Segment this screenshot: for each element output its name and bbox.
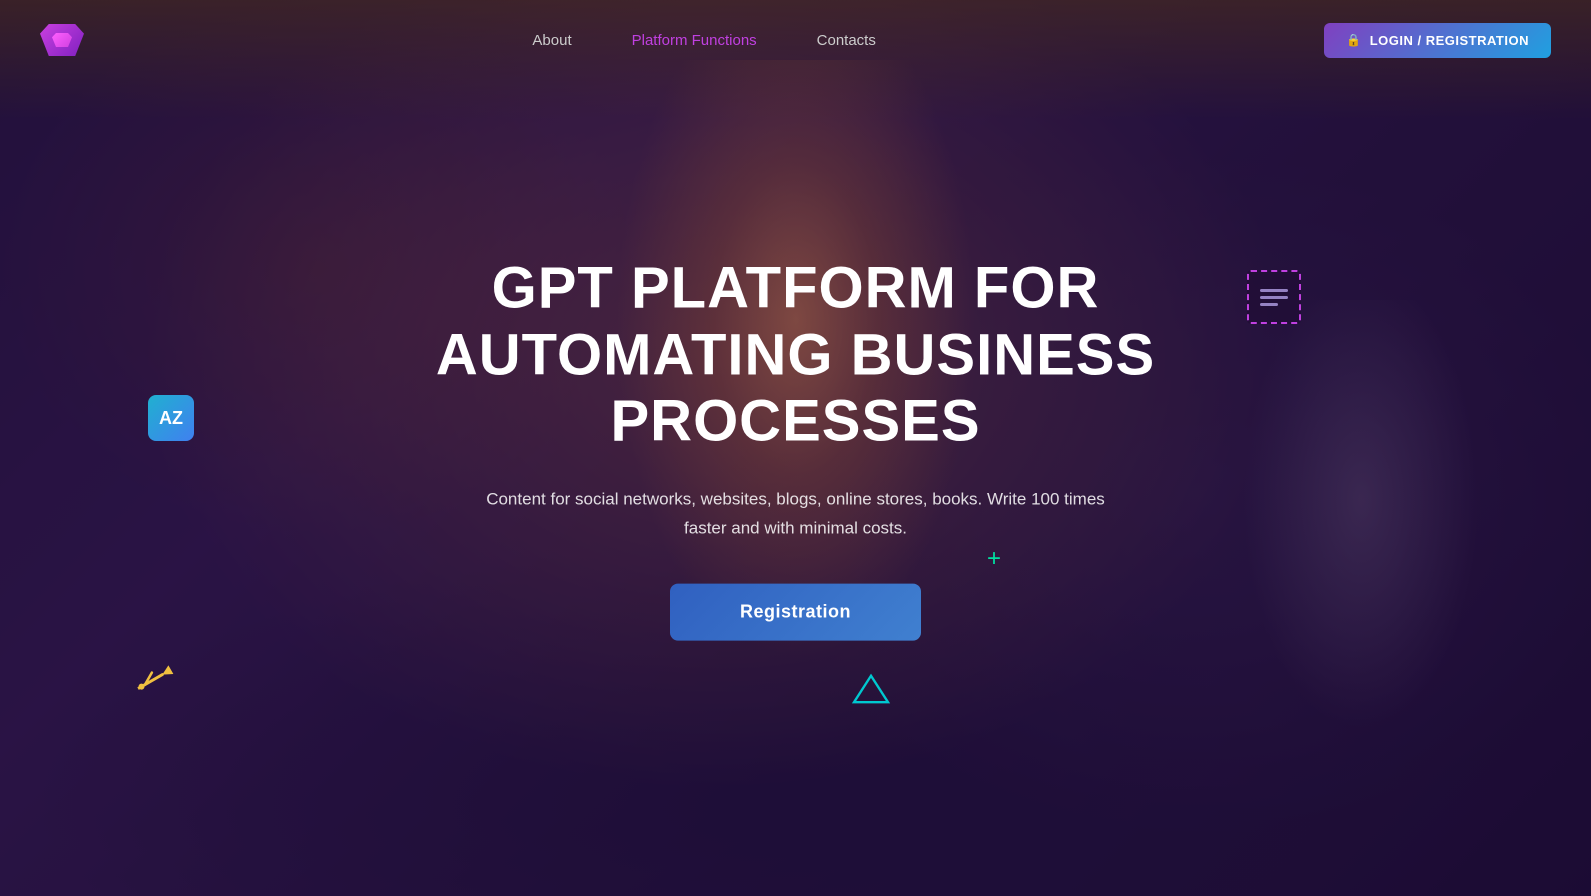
doc-line-1: [1260, 289, 1288, 292]
nav-about[interactable]: About: [532, 32, 571, 49]
hero-title-line1: GPT PLATFORM FOR: [492, 256, 1100, 321]
plus-decoration-icon: +: [987, 545, 1001, 573]
login-button-label: LOGIN / REGISTRATION: [1370, 33, 1529, 48]
logo-icon: [40, 24, 84, 56]
background-person-right: [1211, 300, 1511, 800]
az-decoration-icon: AZ: [148, 395, 194, 441]
hero-content: GPT PLATFORM FOR AUTOMATING BUSINESS PRO…: [396, 256, 1196, 641]
doc-line-3: [1260, 303, 1278, 306]
lock-icon: 🔒: [1346, 33, 1361, 47]
login-registration-button[interactable]: 🔒 LOGIN / REGISTRATION: [1324, 23, 1551, 58]
doc-line-2: [1260, 296, 1288, 299]
hero-title-line2: AUTOMATING BUSINESS PROCESSES: [436, 322, 1155, 454]
registration-button[interactable]: Registration: [670, 583, 921, 640]
document-decoration-icon: [1247, 270, 1301, 324]
nav-contacts[interactable]: Contacts: [817, 32, 876, 49]
hero-title: GPT PLATFORM FOR AUTOMATING BUSINESS PRO…: [396, 256, 1196, 456]
navbar: About Platform Functions Contacts 🔒 LOGI…: [0, 0, 1591, 80]
hero-subtitle: Content for social networks, websites, b…: [486, 486, 1106, 544]
logo-inner-shape: [52, 33, 72, 47]
doc-lines: [1260, 289, 1288, 306]
nav-links: About Platform Functions Contacts: [532, 32, 875, 49]
nav-platform-functions[interactable]: Platform Functions: [632, 32, 757, 49]
logo[interactable]: [40, 24, 84, 56]
triangle-decoration-icon: [851, 672, 891, 711]
